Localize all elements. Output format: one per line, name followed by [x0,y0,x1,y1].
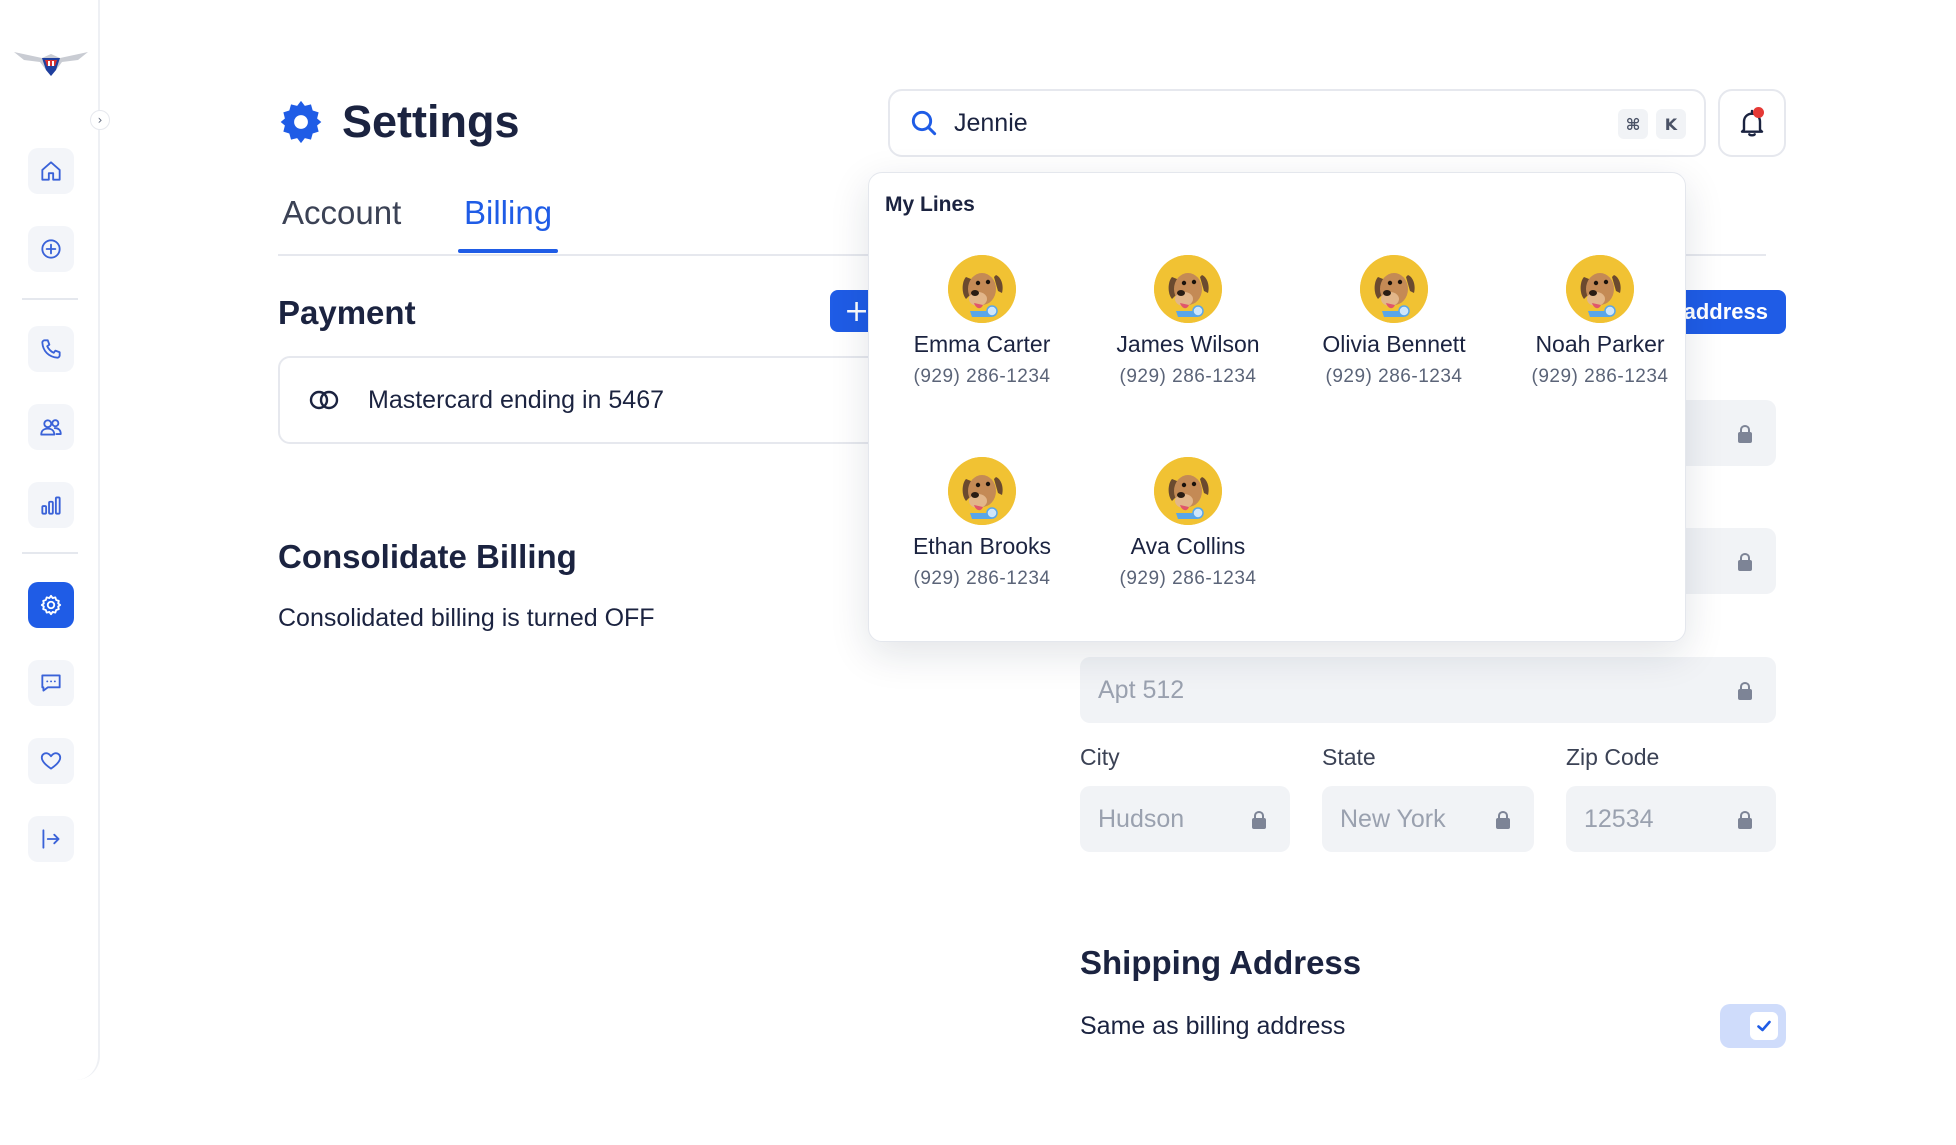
line-phone: (929) 286-1234 [913,568,1051,589]
line-phone: (929) 286-1234 [1531,366,1669,387]
gear-icon [40,594,62,616]
dog-avatar-icon [948,255,1016,323]
lock-icon [1250,808,1268,829]
line-item[interactable]: Ethan Brooks (929) 286-1234 [879,457,1085,590]
line-name: Olivia Bennett [1322,331,1466,357]
search-input[interactable] [954,108,1554,138]
state-field[interactable]: New York [1322,786,1534,852]
notifications-button[interactable] [1718,89,1786,157]
apartment-field[interactable]: Apt 512 [1080,657,1776,723]
line-phone: (929) 286-1234 [1325,366,1463,387]
lock-icon [1736,679,1754,700]
add-circle-icon [41,239,61,259]
shortcut-cmd-key: ⌘ [1618,109,1648,139]
dog-avatar-icon [1360,255,1428,323]
zip-field[interactable]: 12534 [1566,786,1776,852]
payment-card-row[interactable]: Mastercard ending in 5467 [278,356,918,444]
sidebar-item-logout[interactable] [28,816,74,862]
lock-icon [1494,808,1512,829]
sidebar-item-messages[interactable] [28,660,74,706]
line-name: Noah Parker [1535,331,1665,357]
dog-avatar-icon [948,457,1016,525]
chat-icon [41,674,61,692]
search-results-dropdown: My Lines Emma Carter (929) 286-1234 Jame… [868,172,1686,642]
same-as-billing-label: Same as billing address [1080,1012,1346,1040]
line-name: James Wilson [1116,331,1260,357]
dropdown-title: My Lines [885,193,975,216]
avatar [1360,255,1428,323]
users-icon [40,419,62,436]
zip-value: 12534 [1584,804,1654,833]
sidebar: › [0,0,110,1080]
sidebar-divider [22,298,78,300]
line-item[interactable]: Ava Collins (929) 286-1234 [1085,457,1291,590]
avatar [1566,255,1634,323]
tab-account[interactable]: Account [282,194,401,250]
sidebar-item-calls[interactable] [28,326,74,372]
line-name: Emma Carter [913,331,1051,357]
home-icon [41,161,61,181]
dog-avatar-icon [1566,255,1634,323]
payment-section-title: Payment [278,294,416,331]
line-phone: (929) 286-1234 [913,366,1051,387]
sidebar-item-analytics[interactable] [28,482,74,528]
city-label: City [1080,744,1120,770]
brand-logo [12,40,90,80]
avatar [948,457,1016,525]
search-icon [911,110,937,136]
lock-icon [1736,550,1754,571]
search-box[interactable]: ⌘ K [888,89,1706,157]
apartment-value: Apt 512 [1098,675,1185,704]
sidebar-collapse-button[interactable]: › [90,110,110,130]
gear-icon [280,100,322,144]
avatar [1154,457,1222,525]
shipping-section-title: Shipping Address [1080,944,1362,981]
line-name: Ethan Brooks [912,533,1052,559]
line-item[interactable]: Olivia Bennett (929) 286-1234 [1291,255,1497,388]
checkmark-icon [1757,1020,1771,1032]
phone-icon [41,339,61,359]
line-item[interactable]: Noah Parker (929) 286-1234 [1497,255,1703,388]
line-name: Ava Collins [1130,533,1246,559]
line-item[interactable]: James Wilson (929) 286-1234 [1085,255,1291,388]
notification-dot [1753,107,1764,118]
avatar [948,255,1016,323]
page-title: Settings [278,96,520,148]
same-as-billing-toggle[interactable] [1720,1004,1786,1048]
lock-icon [1736,808,1754,829]
sidebar-item-users[interactable] [28,404,74,450]
line-item[interactable]: Emma Carter (929) 286-1234 [879,255,1085,388]
dog-avatar-icon [1154,457,1222,525]
shortcut-k-key: K [1656,109,1686,139]
page-title-text: Settings [342,96,520,147]
consolidate-status: Consolidated billing is turned OFF [278,604,655,632]
sidebar-divider [22,552,78,554]
state-value: New York [1340,804,1446,833]
sidebar-item-add[interactable] [28,226,74,272]
city-value: Hudson [1098,804,1185,833]
dog-avatar-icon [1154,255,1222,323]
bar-chart-icon [41,496,61,515]
line-phone: (929) 286-1234 [1119,568,1257,589]
heart-icon [40,752,62,770]
line-phone: (929) 286-1234 [1119,366,1257,387]
sidebar-item-settings[interactable] [28,582,74,628]
lock-icon [1736,422,1754,443]
logout-icon [42,829,60,849]
avatar [1154,255,1222,323]
card-description: Mastercard ending in 5467 [368,385,665,414]
sidebar-item-home[interactable] [28,148,74,194]
city-field[interactable]: Hudson [1080,786,1290,852]
consolidate-section-title: Consolidate Billing [278,538,577,575]
zip-label: Zip Code [1566,744,1660,770]
tab-billing[interactable]: Billing [457,194,559,253]
sidebar-item-favorites[interactable] [28,738,74,784]
state-label: State [1322,744,1376,770]
same-as-billing-checkbox[interactable] [1750,1012,1778,1040]
mastercard-icon [309,390,339,410]
